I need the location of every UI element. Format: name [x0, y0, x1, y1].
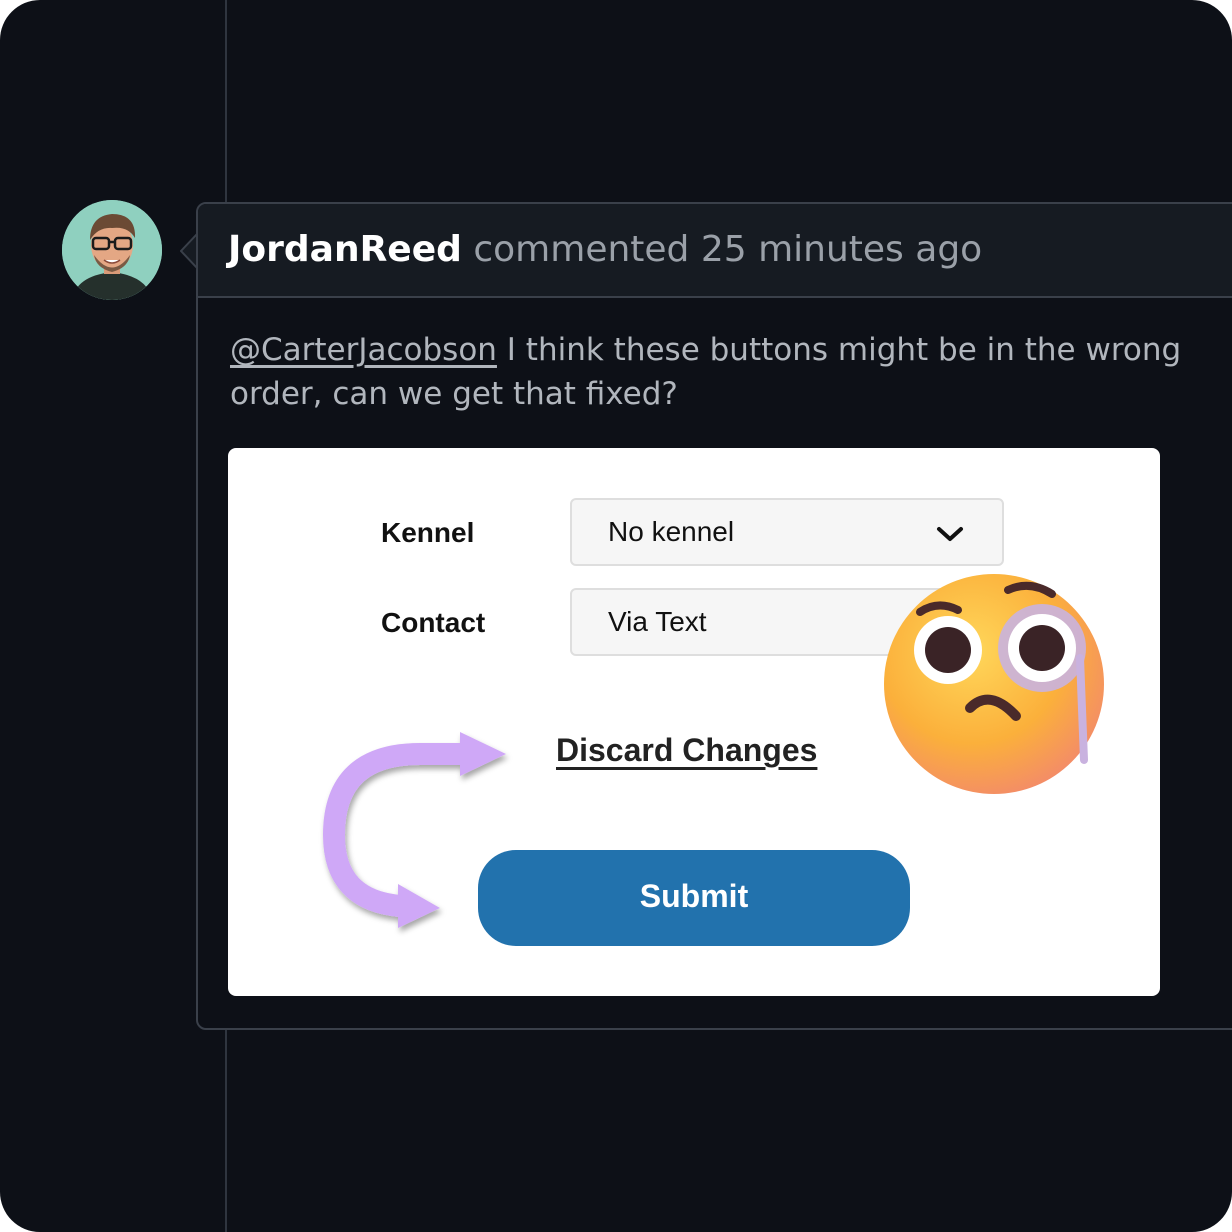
- mention-link[interactable]: @CarterJacobson: [230, 332, 497, 368]
- submit-button[interactable]: Submit: [478, 850, 910, 946]
- submit-label: Submit: [639, 878, 749, 914]
- curved-arrow-icon: [322, 732, 506, 928]
- kennel-label: Kennel: [381, 517, 475, 548]
- user-avatar[interactable]: [62, 200, 162, 300]
- comment-timestamp: commented 25 minutes ago: [473, 229, 983, 270]
- contact-value: Via Text: [608, 606, 707, 637]
- comment-header-text: JordanReed commented 25 minutes ago: [228, 228, 982, 272]
- comment-author[interactable]: JordanReed: [228, 229, 462, 270]
- comment-header: JordanReed commented 25 minutes ago: [198, 204, 1232, 298]
- discard-changes-link[interactable]: Discard Changes: [556, 732, 817, 769]
- kennel-value: No kennel: [608, 516, 735, 547]
- face-with-monocle-emoji: [884, 574, 1104, 794]
- contact-label: Contact: [381, 607, 486, 638]
- kennel-select[interactable]: No kennel: [570, 498, 1004, 566]
- comment-body: @CarterJacobson I think these buttons mi…: [230, 328, 1190, 416]
- app-frame: JordanReed commented 25 minutes ago @Car…: [0, 0, 1232, 1232]
- chevron-down-icon: [937, 527, 963, 541]
